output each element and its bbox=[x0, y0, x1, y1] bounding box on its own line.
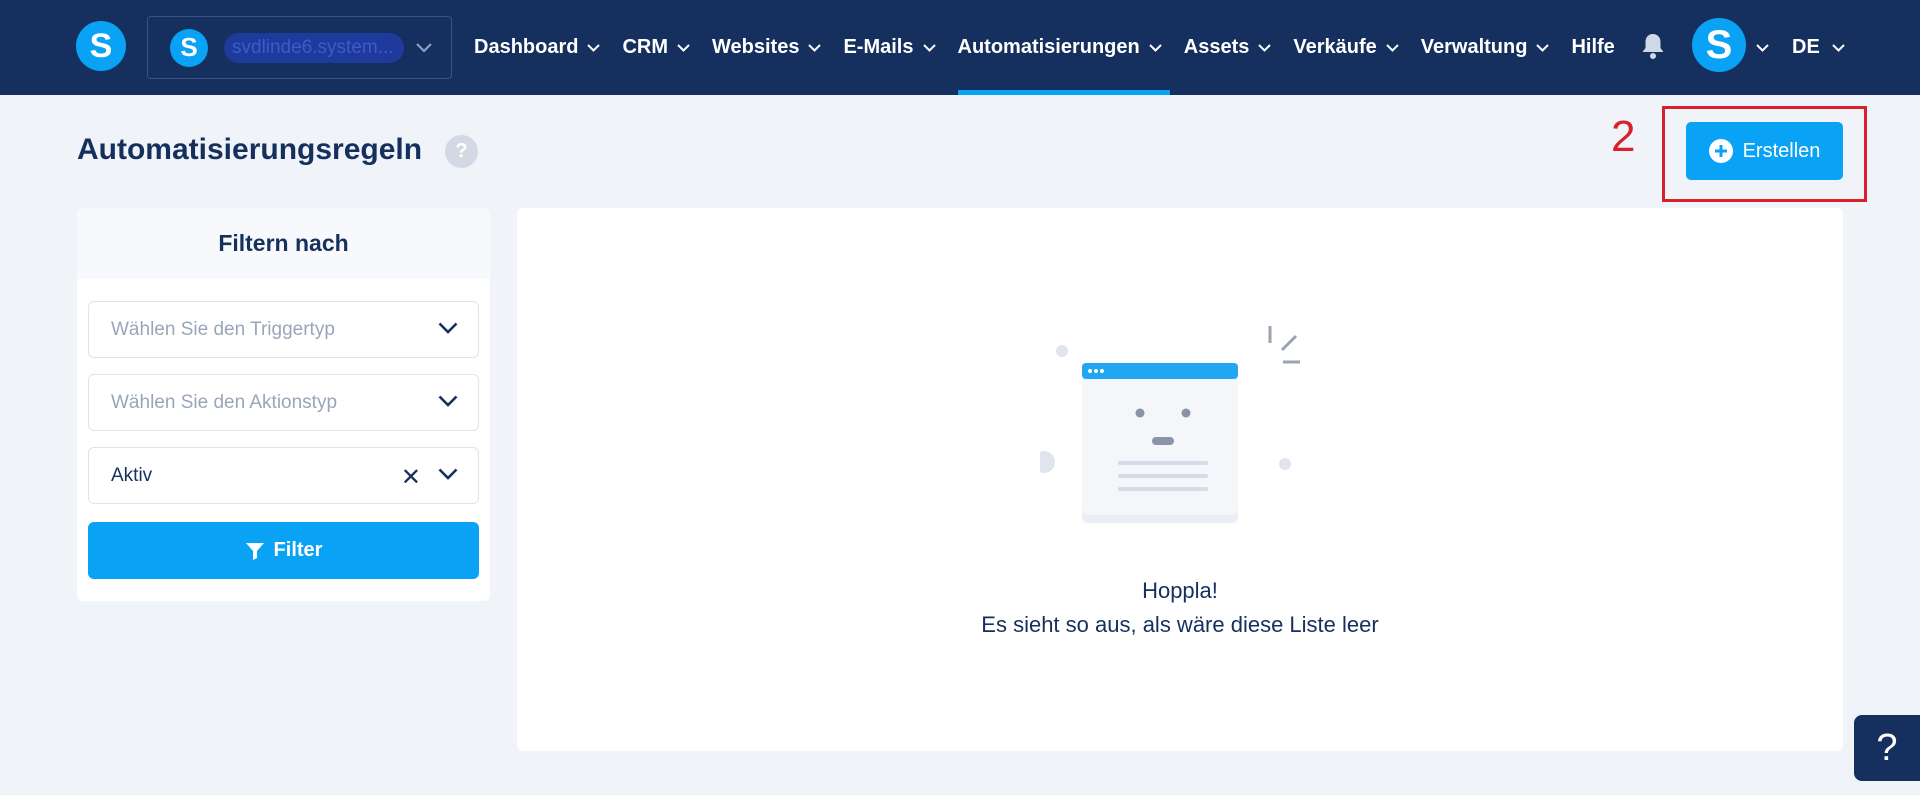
nav-label: Verwaltung bbox=[1420, 36, 1528, 58]
nav-label: Websites bbox=[712, 36, 800, 58]
language-switcher[interactable]: DE bbox=[1792, 0, 1845, 95]
chevron-down-icon bbox=[1832, 43, 1845, 52]
filter-heading: Filtern nach bbox=[77, 208, 490, 279]
page-title: Automatisierungsregeln bbox=[77, 133, 423, 166]
status-value: Aktiv bbox=[111, 464, 153, 486]
chevron-down-icon bbox=[1149, 43, 1162, 52]
nav-label: Verkäufe bbox=[1293, 36, 1377, 58]
nav-label: CRM bbox=[622, 36, 669, 58]
chevron-down-icon bbox=[416, 42, 432, 53]
bell-icon[interactable] bbox=[1640, 32, 1666, 60]
nav-label: E-Mails bbox=[843, 36, 914, 58]
nav-item-assets[interactable]: Assets bbox=[1184, 0, 1272, 95]
filter-panel: Filtern nach Wählen Sie den Triggertyp W… bbox=[77, 208, 490, 601]
empty-state-message: Es sieht so aus, als wäre diese Liste le… bbox=[981, 612, 1379, 637]
nav-item-emails[interactable]: E-Mails bbox=[843, 0, 936, 95]
help-icon[interactable]: ? bbox=[445, 135, 478, 168]
annotation-number: 2 bbox=[1611, 112, 1636, 161]
chevron-down-icon bbox=[587, 43, 601, 52]
nav-label: Automatisierungen bbox=[957, 36, 1140, 58]
action-type-select[interactable]: Wählen Sie den Aktionstyp bbox=[88, 374, 479, 431]
nav-item-websites[interactable]: Websites bbox=[712, 0, 822, 95]
user-avatar[interactable]: S bbox=[1692, 18, 1746, 72]
chevron-down-icon bbox=[1386, 43, 1399, 52]
main-nav: Dashboard CRM Websites E-Mails Automatis… bbox=[474, 0, 1637, 95]
top-navigation-bar: S S svdlinde6.system... Dashboard CRM We… bbox=[0, 0, 1920, 95]
chevron-down-icon bbox=[808, 43, 822, 52]
create-button[interactable]: Erstellen bbox=[1686, 122, 1843, 180]
nav-item-automatisierungen[interactable]: Automatisierungen bbox=[957, 0, 1171, 95]
action-type-placeholder: Wählen Sie den Aktionstyp bbox=[111, 391, 338, 413]
nav-item-dashboard[interactable]: Dashboard bbox=[474, 0, 601, 95]
chevron-down-icon bbox=[677, 43, 690, 52]
chevron-down-icon[interactable] bbox=[1756, 39, 1769, 57]
chevron-down-icon bbox=[438, 468, 458, 480]
nav-label: Dashboard bbox=[474, 36, 579, 58]
chevron-down-icon bbox=[438, 322, 458, 334]
empty-state-title: Hoppla! bbox=[1142, 578, 1218, 603]
rules-list-panel: Hoppla! Es sieht so aus, als wäre diese … bbox=[517, 208, 1843, 751]
account-switcher[interactable]: S svdlinde6.system... bbox=[147, 16, 452, 79]
nav-item-crm[interactable]: CRM bbox=[622, 0, 690, 95]
nav-label: Assets bbox=[1183, 36, 1250, 58]
status-select[interactable]: Aktiv ✕ bbox=[88, 447, 479, 504]
chevron-down-icon bbox=[1536, 43, 1550, 52]
plus-circle-icon bbox=[1708, 139, 1733, 163]
chevron-down-icon bbox=[1258, 43, 1272, 52]
brand-logo[interactable]: S bbox=[76, 21, 126, 71]
nav-item-verwaltung[interactable]: Verwaltung bbox=[1421, 0, 1550, 95]
filter-button[interactable]: Filter bbox=[88, 522, 479, 579]
nav-item-hilfe[interactable]: Hilfe bbox=[1571, 0, 1614, 95]
nav-item-verkaeufe[interactable]: Verkäufe bbox=[1293, 0, 1399, 95]
empty-list-illustration bbox=[1040, 326, 1300, 523]
account-name: svdlinde6.system... bbox=[224, 32, 404, 63]
chevron-down-icon bbox=[922, 43, 936, 52]
account-avatar: S bbox=[170, 28, 208, 67]
nav-label: Hilfe bbox=[1571, 36, 1615, 58]
clear-icon[interactable]: ✕ bbox=[401, 463, 421, 492]
language-label: DE bbox=[1792, 36, 1820, 58]
funnel-icon bbox=[245, 542, 264, 560]
chevron-down-icon bbox=[438, 395, 458, 407]
trigger-type-select[interactable]: Wählen Sie den Triggertyp bbox=[88, 301, 479, 358]
filter-button-label: Filter bbox=[273, 539, 323, 561]
trigger-type-placeholder: Wählen Sie den Triggertyp bbox=[111, 318, 335, 340]
help-widget-button[interactable]: ? bbox=[1854, 715, 1920, 781]
create-button-label: Erstellen bbox=[1742, 139, 1821, 162]
